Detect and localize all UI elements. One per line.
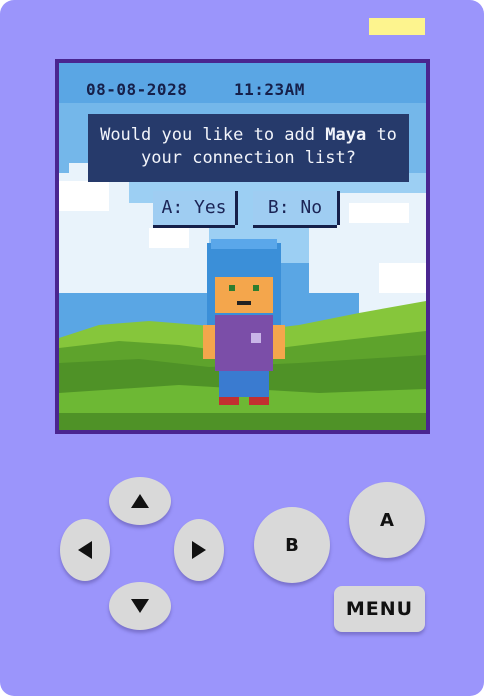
dpad-down-button[interactable]: [109, 582, 171, 630]
dialog-line-1: Would you like to add Maya to: [88, 124, 409, 147]
no-choice-button[interactable]: B: No: [253, 191, 337, 225]
dialog-text-prefix: Would you like to add: [100, 125, 326, 145]
game-screen: 08-08-2028 11:23AM Would you like to add…: [55, 59, 430, 434]
triangle-up-icon: [131, 494, 149, 508]
time-display: 11:23AM: [234, 80, 305, 99]
triangle-right-icon: [192, 541, 206, 559]
menu-button[interactable]: MENU: [334, 586, 425, 632]
dialog-box: Would you like to add Maya to your conne…: [88, 114, 409, 182]
yes-choice-button[interactable]: A: Yes: [153, 191, 235, 225]
dialog-line-2: your connection list?: [141, 148, 356, 168]
dpad-up-button[interactable]: [109, 477, 171, 525]
power-indicator: [369, 18, 425, 35]
triangle-down-icon: [131, 599, 149, 613]
a-button[interactable]: A: [349, 482, 425, 558]
triangle-left-icon: [78, 541, 92, 559]
dpad-right-button[interactable]: [174, 519, 224, 581]
date-display: 08-08-2028: [86, 80, 188, 99]
contact-name: Maya: [325, 125, 367, 145]
dpad-left-button[interactable]: [60, 519, 110, 581]
handheld-device: 08-08-2028 11:23AM Would you like to add…: [0, 0, 484, 696]
dialog-text-suffix: to: [366, 125, 397, 145]
b-button[interactable]: B: [254, 507, 330, 583]
